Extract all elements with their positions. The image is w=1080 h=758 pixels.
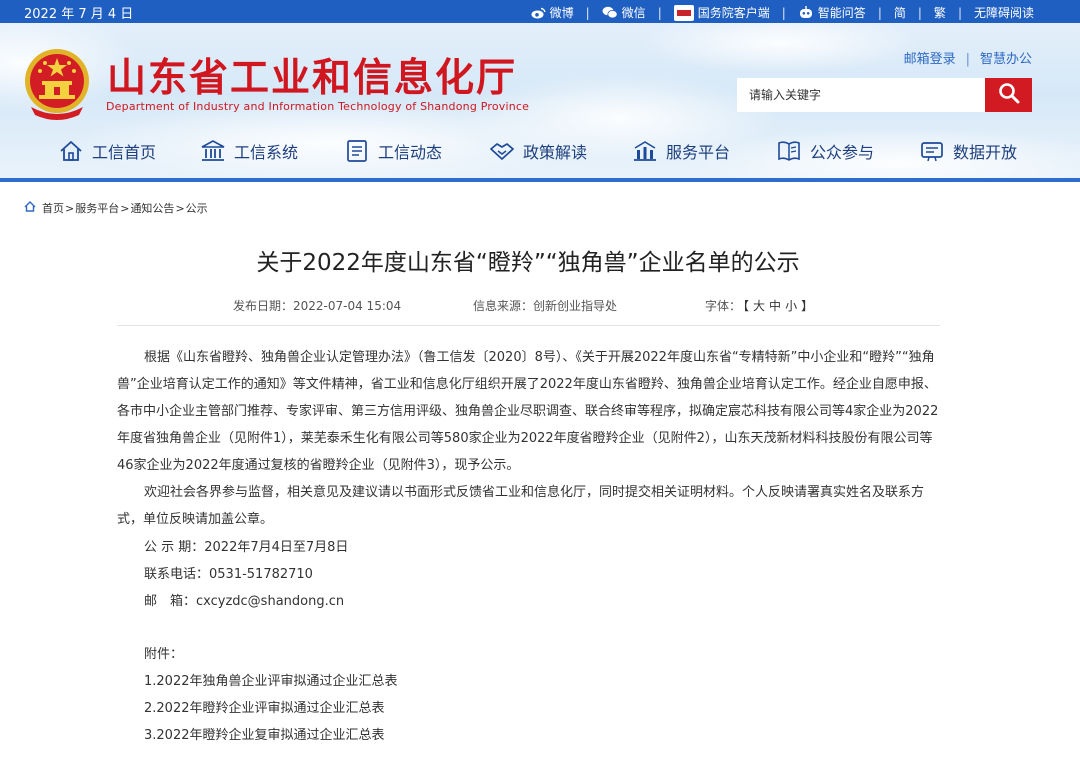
nav-label: 服务平台 [666, 143, 731, 162]
nav-item-home[interactable]: 工信首页 [58, 139, 156, 163]
top-links: 微博 | 微信 | 国务院客户端 | 智能问答 | 简 | 繁 | 无障碍阅读 [531, 4, 1034, 21]
meta-divider [117, 325, 940, 326]
nav-divider [0, 178, 1080, 182]
nav-item-participation[interactable]: 公众参与 [776, 139, 874, 163]
building-icon [200, 139, 226, 163]
weibo-link[interactable]: 微博 [531, 4, 574, 21]
nav-label: 政策解读 [523, 143, 588, 162]
traditional-label: 繁 [933, 6, 946, 20]
search-box [737, 78, 1032, 112]
separator: | [585, 5, 590, 20]
search-icon [998, 82, 1020, 108]
gwy-app-icon [673, 4, 694, 21]
breadcrumb-separator: > [65, 202, 75, 215]
nav-label: 工信系统 [234, 143, 299, 162]
smart-qa-link[interactable]: 智能问答 [798, 4, 866, 21]
attachment-link[interactable]: 2.2022年瞪羚企业评审拟通过企业汇总表 [144, 697, 385, 716]
publish-date: 发布日期：2022-07-04 15:04 [233, 299, 402, 313]
breadcrumb-current[interactable]: 公示 [186, 202, 208, 215]
handshake-icon [489, 139, 515, 163]
breadcrumb-service[interactable]: 服务平台 [75, 202, 119, 215]
attachment-link[interactable]: 1.2022年独角兽企业评审拟通过企业汇总表 [144, 670, 398, 689]
bracket-right: 】 [801, 299, 814, 313]
nav-item-data-open[interactable]: 数据开放 [919, 139, 1017, 163]
mail-login-link[interactable]: 邮箱登录 [904, 52, 956, 67]
separator: | [657, 5, 662, 20]
book-icon [776, 139, 802, 163]
paragraph: 欢迎社会各界参与监督，相关意见及建议请以书面形式反馈省工业和信息化厅，同时提交相… [117, 485, 925, 527]
font-medium-button[interactable]: 中 [769, 299, 781, 313]
attachments-label: 附件： [144, 647, 184, 662]
traditional-link[interactable]: 繁 [934, 4, 946, 21]
gwy-app-link[interactable]: 国务院客户端 [673, 4, 770, 21]
paragraph: 根据《山东省瞪羚、独角兽企业认定管理办法》（鲁工信发〔2020〕8号）、《关于开… [117, 350, 939, 473]
nav-label: 数据开放 [953, 143, 1018, 162]
platform-icon [632, 139, 658, 163]
header-banner: 山东省工业和信息化厅 Department of Industry and In… [0, 23, 1080, 180]
font-size-control: 字体：【大中小】 [705, 297, 815, 314]
breadcrumb: 首页>服务平台>通知公告>公示 [24, 200, 208, 216]
article-title: 关于2022年度山东省“瞪羚”“独角兽”企业名单的公示 [256, 250, 800, 276]
top-bar: 2022 年 7 月 4 日 微博 | 微信 | 国务院客户端 | 智能问答 | [0, 0, 1080, 23]
nav-label: 工信动态 [378, 143, 443, 162]
wechat-label: 微信 [621, 6, 646, 20]
nav-label: 工信首页 [92, 143, 157, 162]
national-emblem-icon [23, 45, 91, 121]
bracket-left: 【 [743, 299, 750, 313]
nav-item-policy[interactable]: 政策解读 [489, 139, 587, 163]
nav-item-service[interactable]: 服务平台 [632, 139, 730, 163]
nav-label: 公众参与 [810, 143, 875, 162]
accessibility-link[interactable]: 无障碍阅读 [974, 4, 1034, 21]
smart-office-link[interactable]: 智慧办公 [980, 52, 1032, 67]
simplified-label: 简 [893, 6, 906, 20]
separator: | [965, 52, 970, 67]
info-source: 信息来源：创新创业指导处 [473, 299, 618, 313]
article-body: 根据《山东省瞪羚、独角兽企业认定管理办法》（鲁工信发〔2020〕8号）、《关于开… [117, 344, 943, 533]
site-title: 山东省工业和信息化厅 [107, 55, 518, 101]
attachment-link[interactable]: 3.2022年瞪羚企业复审拟通过企业汇总表 [144, 724, 385, 743]
document-icon [344, 139, 370, 163]
data-icon [919, 139, 945, 163]
weibo-icon [531, 7, 546, 19]
simplified-link[interactable]: 简 [894, 4, 906, 21]
user-links: 邮箱登录 | 智慧办公 [904, 48, 1032, 67]
home-icon [24, 201, 36, 215]
home-icon [58, 139, 84, 163]
publicity-period: 公 示 期：2022年7月4日至7月8日 [144, 540, 349, 555]
wechat-icon [602, 6, 618, 19]
site-subtitle-en: Department of Industry and Information T… [106, 100, 530, 113]
contact-phone: 联系电话：0531-51782710 [144, 567, 313, 582]
separator: | [917, 5, 922, 20]
main-nav: 工信首页 工信系统 工信动态 政策解读 服务平台 公众参与 数据开放 [0, 135, 1080, 175]
nav-item-system[interactable]: 工信系统 [200, 139, 298, 163]
separator: | [877, 5, 882, 20]
accessibility-label: 无障碍阅读 [973, 6, 1034, 20]
current-date: 2022 年 7 月 4 日 [24, 7, 134, 22]
font-large-button[interactable]: 大 [753, 299, 765, 313]
breadcrumb-notice[interactable]: 通知公告 [130, 202, 174, 215]
weibo-label: 微博 [549, 6, 574, 20]
nav-item-news[interactable]: 工信动态 [344, 139, 442, 163]
separator: | [781, 5, 786, 20]
wechat-link[interactable]: 微信 [602, 4, 646, 21]
breadcrumb-home[interactable]: 首页 [42, 202, 64, 215]
smart-qa-label: 智能问答 [817, 6, 866, 20]
font-small-button[interactable]: 小 [785, 299, 797, 313]
contact-email: 邮 箱：cxcyzdc@shandong.cn [144, 594, 345, 609]
search-button[interactable] [985, 78, 1032, 112]
font-label: 字体： [705, 299, 742, 313]
gwy-app-label: 国务院客户端 [697, 6, 770, 20]
breadcrumb-separator: > [175, 202, 185, 215]
robot-icon [798, 5, 814, 20]
breadcrumb-separator: > [120, 202, 130, 215]
search-input[interactable] [737, 78, 985, 112]
separator: | [957, 5, 962, 20]
